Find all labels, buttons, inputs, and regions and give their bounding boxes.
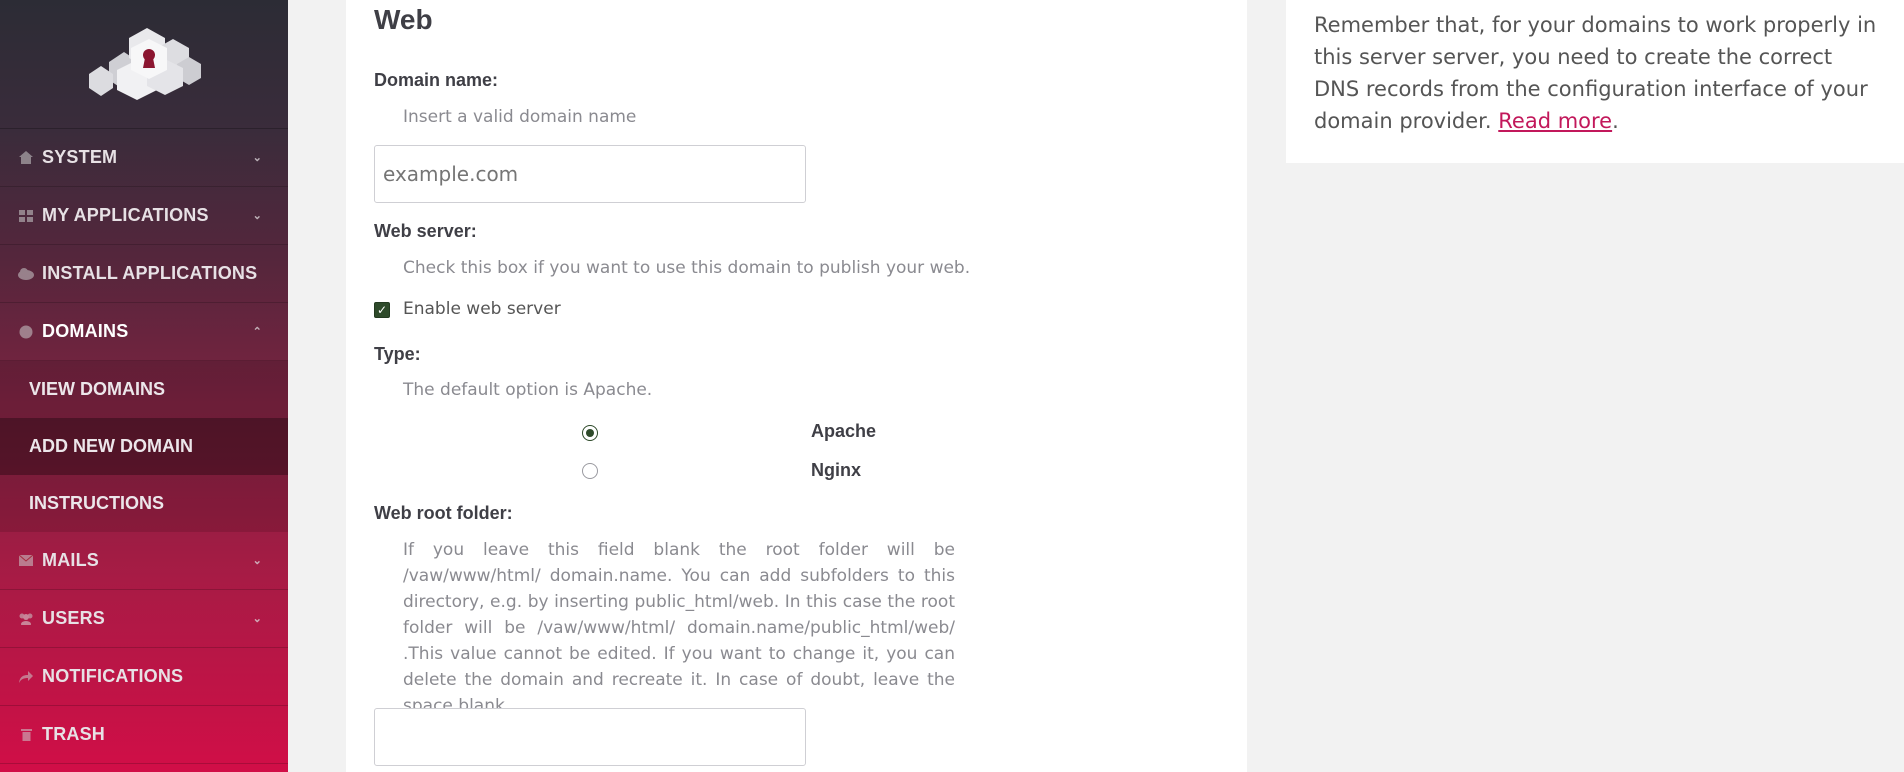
chevron-down-icon: ⌄ [252, 210, 262, 222]
sidebar: SYSTEM ⌄ MY APPLICATIONS ⌄ INSTALL APPLI… [0, 0, 288, 772]
web-root-folder-input[interactable] [374, 708, 806, 766]
enable-web-server-label[interactable]: Enable web server [403, 299, 561, 319]
radio-apache[interactable] [582, 425, 598, 441]
home-icon [18, 151, 34, 165]
sidebar-item-label: INSTALL APPLICATIONS [42, 263, 258, 283]
sidebar-item-label: MAILS [42, 550, 99, 570]
sidebar-item-label: MY APPLICATIONS [42, 205, 209, 225]
users-icon [18, 612, 34, 626]
grid-icon [18, 209, 34, 223]
read-more-link[interactable]: Read more [1498, 109, 1612, 133]
logo[interactable] [0, 0, 288, 129]
sidebar-item-domains[interactable]: DOMAINS ⌃ [0, 303, 288, 361]
type-label: Type: [374, 344, 421, 364]
share-icon [18, 670, 34, 684]
enable-web-server-checkbox[interactable]: ✓ [374, 302, 390, 318]
domains-submenu: VIEW DOMAINS ADD NEW DOMAIN INSTRUCTIONS [0, 361, 288, 532]
cloud-logo-icon [89, 28, 201, 100]
domain-name-label: Domain name: [374, 70, 499, 90]
sidebar-item-my-applications[interactable]: MY APPLICATIONS ⌄ [0, 187, 288, 245]
sidebar-item-users[interactable]: USERS ⌄ [0, 590, 288, 648]
sidebar-subitem-view-domains[interactable]: VIEW DOMAINS [0, 361, 288, 418]
sidebar-item-label: USERS [42, 608, 106, 628]
sidebar-subitem-add-new-domain[interactable]: ADD NEW DOMAIN [0, 418, 288, 475]
sidebar-subitem-label: INSTRUCTIONS [29, 493, 164, 513]
web-server-help: Check this box if you want to use this d… [403, 258, 971, 278]
chevron-down-icon: ⌄ [252, 152, 262, 164]
domain-name-input[interactable] [374, 145, 806, 203]
sidebar-item-label: DOMAINS [42, 321, 129, 341]
cloud-download-icon [18, 267, 34, 281]
sidebar-item-system[interactable]: SYSTEM ⌄ [0, 129, 288, 187]
dns-info-panel: Remember that, for your domains to work … [1286, 0, 1904, 163]
sidebar-item-label: NOTIFICATIONS [42, 666, 184, 686]
radio-apache-label[interactable]: Apache [811, 421, 876, 442]
envelope-icon [18, 554, 34, 568]
chevron-down-icon: ⌄ [252, 613, 262, 625]
domain-form-card: Web Domain name: Insert a valid domain n… [346, 0, 1247, 772]
chevron-down-icon: ⌄ [252, 555, 262, 567]
sidebar-item-label: TRASH [42, 724, 105, 744]
trash-icon [18, 728, 34, 742]
globe-icon [18, 325, 34, 339]
web-root-folder-help: If you leave this field blank the root f… [403, 540, 955, 716]
radio-nginx-label[interactable]: Nginx [811, 460, 861, 481]
chevron-up-icon: ⌃ [252, 326, 262, 338]
section-title: Web [374, 4, 433, 35]
domain-name-help: Insert a valid domain name [403, 107, 637, 127]
web-server-label: Web server: [374, 221, 477, 241]
sidebar-item-label: SYSTEM [42, 147, 118, 167]
sidebar-item-install-applications[interactable]: INSTALL APPLICATIONS [0, 245, 288, 303]
dns-info-period: . [1612, 109, 1619, 133]
sidebar-item-mails[interactable]: MAILS ⌄ [0, 532, 288, 590]
radio-nginx[interactable] [582, 463, 598, 479]
sidebar-subitem-label: ADD NEW DOMAIN [29, 436, 193, 456]
type-help: The default option is Apache. [403, 380, 653, 400]
web-root-folder-label: Web root folder: [374, 503, 513, 523]
sidebar-subitem-label: VIEW DOMAINS [29, 379, 166, 399]
sidebar-subitem-instructions[interactable]: INSTRUCTIONS [0, 475, 288, 532]
sidebar-item-trash[interactable]: TRASH [0, 706, 288, 764]
sidebar-item-notifications[interactable]: NOTIFICATIONS [0, 648, 288, 706]
